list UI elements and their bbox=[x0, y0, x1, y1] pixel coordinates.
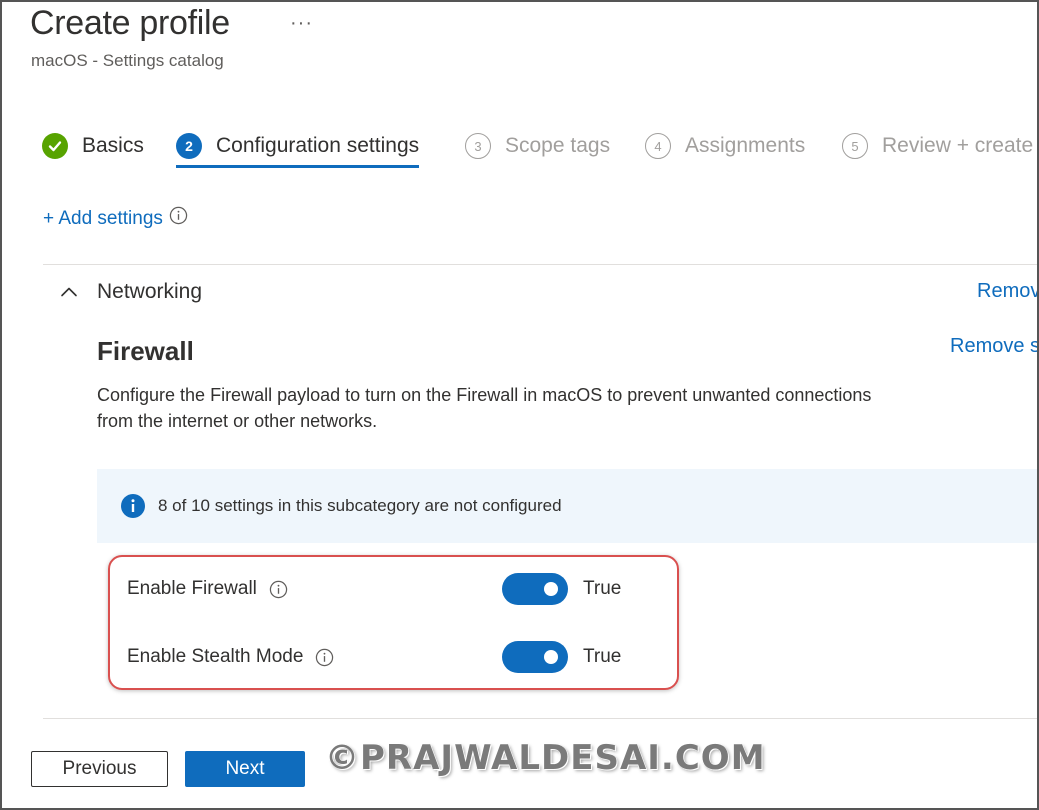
step-label: Review + create bbox=[882, 134, 1034, 157]
step-assignments[interactable]: 4 Assignments bbox=[645, 126, 805, 166]
setting-label: Enable Stealth Mode bbox=[127, 646, 304, 667]
enable-firewall-toggle[interactable] bbox=[502, 573, 568, 605]
chevron-up-icon[interactable] bbox=[60, 283, 78, 301]
footer-divider bbox=[43, 718, 1037, 719]
add-settings-link[interactable]: + Add settings bbox=[43, 206, 188, 231]
wizard-steps: Basics 2 Configuration settings 3 Scope … bbox=[42, 126, 1037, 172]
subcategory-title: Firewall bbox=[97, 336, 194, 366]
remove-category-link[interactable]: Remove category bbox=[977, 280, 1037, 303]
step-label: Configuration settings bbox=[216, 134, 420, 157]
add-settings-label: + Add settings bbox=[43, 207, 163, 229]
more-options-icon[interactable]: ··· bbox=[290, 12, 313, 35]
info-icon[interactable] bbox=[269, 580, 288, 599]
step-label: Assignments bbox=[685, 134, 806, 157]
step-review-create[interactable]: 5 Review + create bbox=[842, 126, 1033, 166]
setting-row-enable-firewall: Enable Firewall bbox=[127, 572, 288, 606]
setting-row-enable-stealth-mode: Enable Stealth Mode bbox=[127, 640, 334, 674]
toggle-knob bbox=[544, 650, 558, 664]
setting-label: Enable Firewall bbox=[127, 578, 257, 599]
step-number-badge: 3 bbox=[465, 133, 491, 159]
banner-message: 8 of 10 settings in this subcategory are… bbox=[158, 496, 562, 515]
subcategory-description: Configure the Firewall payload to turn o… bbox=[97, 385, 872, 431]
section-divider bbox=[43, 264, 1037, 265]
next-button[interactable]: Next bbox=[185, 751, 305, 787]
step-configuration-settings[interactable]: 2 Configuration settings bbox=[176, 126, 420, 168]
watermark: ©PRAJWALDESAI.COM bbox=[325, 738, 766, 778]
active-step-underline bbox=[176, 165, 420, 168]
previous-button[interactable]: Previous bbox=[31, 751, 168, 787]
info-icon[interactable] bbox=[315, 648, 334, 667]
info-banner: 8 of 10 settings in this subcategory are… bbox=[97, 469, 1037, 543]
step-number-badge: 2 bbox=[176, 133, 202, 159]
create-profile-window: Create profile ··· macOS - Settings cata… bbox=[0, 0, 1039, 810]
info-icon[interactable] bbox=[169, 206, 188, 231]
check-icon bbox=[42, 133, 68, 159]
step-scope-tags[interactable]: 3 Scope tags bbox=[465, 126, 610, 166]
toggle-value: True bbox=[583, 646, 622, 667]
page-title: Create profile bbox=[30, 4, 230, 42]
enable-stealth-mode-toggle[interactable] bbox=[502, 641, 568, 673]
step-label: Scope tags bbox=[505, 134, 611, 157]
step-label: Basics bbox=[82, 134, 144, 157]
step-number-badge: 5 bbox=[842, 133, 868, 159]
info-filled-icon bbox=[121, 494, 145, 518]
category-title[interactable]: Networking bbox=[97, 280, 202, 304]
toggle-knob bbox=[544, 582, 558, 596]
step-basics[interactable]: Basics bbox=[42, 126, 144, 166]
page-subtitle: macOS - Settings catalog bbox=[31, 51, 224, 70]
toggle-value: True bbox=[583, 578, 622, 599]
remove-subcategory-link[interactable]: Remove subcategory bbox=[950, 335, 1037, 358]
step-number-badge: 4 bbox=[645, 133, 671, 159]
